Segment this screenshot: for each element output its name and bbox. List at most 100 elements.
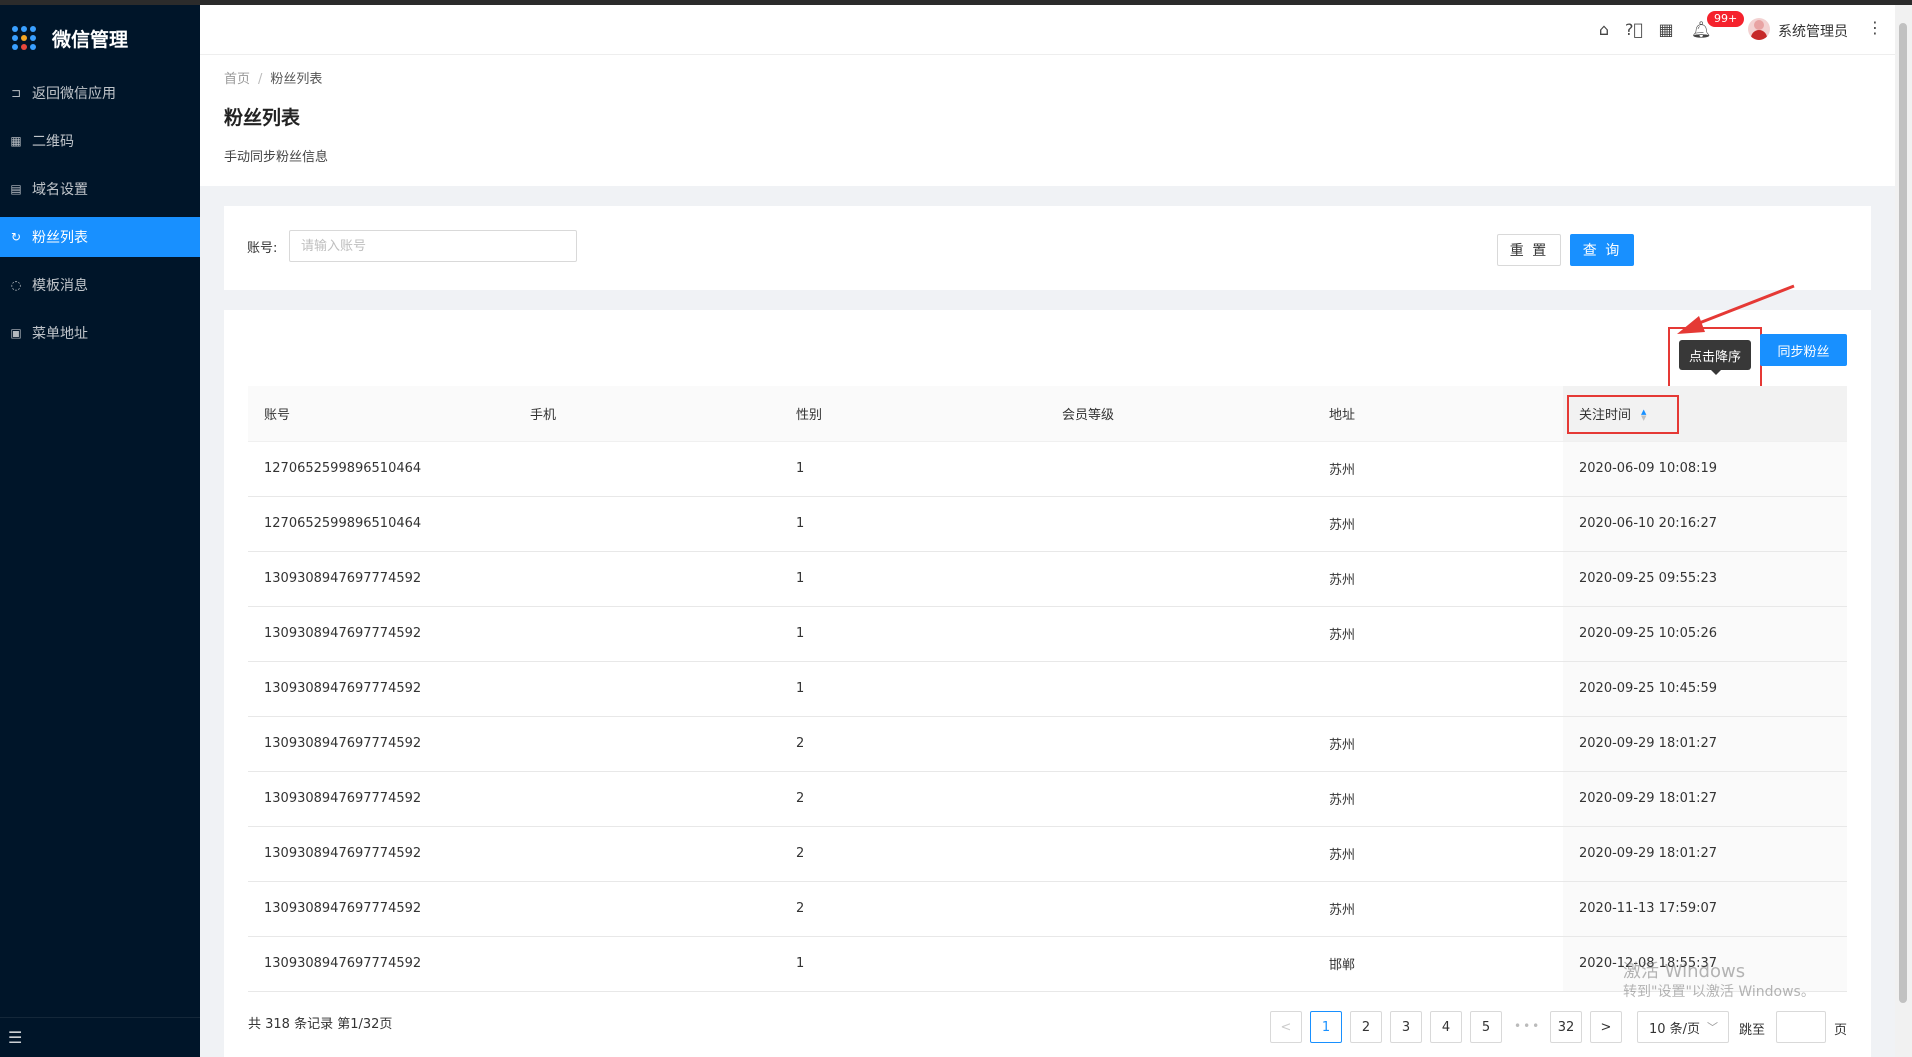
page-description: 手动同步粉丝信息: [224, 150, 329, 165]
table-row: 1309308947697774592 2 苏州 2020-09-29 18:01:2…: [248, 771, 1847, 827]
jump-label: 跳至: [1739, 1023, 1766, 1038]
annotation-box-follow-time: [1567, 395, 1679, 434]
cell-follow-time: 2020-09-25 10:05:26: [1563, 606, 1847, 662]
account-search-input[interactable]: [289, 230, 577, 262]
cell-member-level: [1046, 936, 1313, 992]
qrcode-icon: ▦: [10, 134, 22, 148]
more-vertical-icon[interactable]: ⋮: [1867, 18, 1883, 37]
cell-phone: [514, 496, 780, 552]
query-button[interactable]: 查 询: [1570, 234, 1634, 266]
cell-phone: [514, 771, 780, 827]
column-header-member-level: 会员等级: [1046, 386, 1313, 442]
column-header-phone: 手机: [514, 386, 780, 442]
document-icon: ▤: [10, 182, 22, 196]
page-button-4[interactable]: 4: [1430, 1011, 1462, 1043]
cell-member-level: [1046, 826, 1313, 882]
breadcrumb-home[interactable]: 首页: [224, 72, 250, 87]
collapse-menu-button[interactable]: ☰: [0, 1017, 200, 1057]
avatar[interactable]: [1748, 18, 1770, 40]
sidebar-item-qrcode[interactable]: ▦ 二维码: [0, 121, 200, 161]
cell-account: 1309308947697774592: [248, 771, 514, 827]
page-size-value: 10 条/页: [1649, 1021, 1701, 1037]
cell-phone: [514, 936, 780, 992]
home-icon[interactable]: ⌂: [1594, 20, 1614, 39]
sidebar-item-fans[interactable]: ↻ 粉丝列表: [0, 217, 200, 257]
cell-member-level: [1046, 606, 1313, 662]
cell-account: 1309308947697774592: [248, 936, 514, 992]
page-button-32[interactable]: 32: [1550, 1011, 1582, 1043]
cell-address: 苏州: [1313, 881, 1563, 937]
cell-phone: [514, 716, 780, 772]
cell-address: 苏州: [1313, 496, 1563, 552]
page-button-5[interactable]: 5: [1470, 1011, 1502, 1043]
page-scrollbar[interactable]: [1895, 5, 1912, 1057]
cell-gender: 2: [780, 716, 1046, 772]
sync-icon: ↻: [10, 230, 22, 244]
help-icon[interactable]: ?⃝: [1624, 20, 1644, 39]
cell-address: 苏州: [1313, 606, 1563, 662]
reset-button[interactable]: 重 置: [1497, 234, 1561, 266]
cell-follow-time: 2020-09-29 18:01:27: [1563, 716, 1847, 772]
cell-follow-time: 2020-09-29 18:01:27: [1563, 771, 1847, 827]
table-row: 1309308947697774592 1 苏州 2020-09-25 10:05:2…: [248, 606, 1847, 662]
table-row: 1270652599896510464 1 苏州 2020-06-10 20:16:2…: [248, 496, 1847, 552]
breadcrumb-separator: /: [258, 72, 263, 87]
cell-address: 苏州: [1313, 551, 1563, 607]
calendar-icon: ▣: [10, 326, 22, 340]
cell-gender: 1: [780, 936, 1046, 992]
jump-page-input[interactable]: [1776, 1011, 1826, 1043]
cell-follow-time: 2020-09-29 18:01:27: [1563, 826, 1847, 882]
column-header-gender: 性别: [780, 386, 1046, 442]
cell-address: 邯郸: [1313, 936, 1563, 992]
sidebar: 微信管理 ⊐ 返回微信应用 ▦ 二维码 ▤ 域名设置 ↻ 粉丝列表 ◌ 模板消息…: [0, 5, 200, 1057]
scrollbar-thumb[interactable]: [1899, 23, 1907, 1003]
cell-gender: 1: [780, 606, 1046, 662]
cell-gender: 2: [780, 826, 1046, 882]
next-page-button[interactable]: >: [1590, 1011, 1622, 1043]
sidebar-item-label: 粉丝列表: [32, 230, 88, 246]
page-button-1[interactable]: 1: [1310, 1011, 1342, 1043]
page-unit-label: 页: [1834, 1023, 1848, 1038]
prev-page-button[interactable]: <: [1270, 1011, 1302, 1043]
sync-fans-button[interactable]: 同步粉丝: [1760, 334, 1847, 366]
cell-gender: 2: [780, 881, 1046, 937]
search-form: 账号: 重 置 查 询: [224, 206, 1871, 290]
table-row: 1309308947697774592 1 2020-09-25 10:45:59: [248, 661, 1847, 717]
cell-account: 1309308947697774592: [248, 881, 514, 937]
page-title: 粉丝列表: [224, 107, 301, 129]
cell-account: 1270652599896510464: [248, 496, 514, 552]
cell-follow-time: 2020-09-25 09:55:23: [1563, 551, 1847, 607]
cell-gender: 1: [780, 661, 1046, 717]
sidebar-menu: ⊐ 返回微信应用 ▦ 二维码 ▤ 域名设置 ↻ 粉丝列表 ◌ 模板消息 ▣ 菜单…: [0, 73, 200, 353]
sidebar-item-menu-url[interactable]: ▣ 菜单地址: [0, 313, 200, 353]
brand[interactable]: 微信管理: [0, 5, 200, 71]
page-size-select[interactable]: 10 条/页 ﹀: [1637, 1011, 1729, 1043]
app-grid-icon: [12, 26, 36, 50]
notification-badge: 99+: [1706, 10, 1746, 28]
cell-account: 1309308947697774592: [248, 606, 514, 662]
cell-account: 1309308947697774592: [248, 551, 514, 607]
page-header: 首页 / 粉丝列表 粉丝列表 手动同步粉丝信息: [200, 55, 1895, 186]
cell-address: 苏州: [1313, 771, 1563, 827]
cell-follow-time: 2020-06-09 10:08:19: [1563, 441, 1847, 497]
table-row: 1270652599896510464 1 苏州 2020-06-09 10:08:1…: [248, 441, 1847, 497]
breadcrumb: 首页 / 粉丝列表: [224, 68, 1871, 87]
sidebar-item-label: 返回微信应用: [32, 86, 116, 102]
apps-icon[interactable]: ▦: [1656, 20, 1676, 39]
sidebar-item-domain[interactable]: ▤ 域名设置: [0, 169, 200, 209]
cell-member-level: [1046, 771, 1313, 827]
page-button-2[interactable]: 2: [1350, 1011, 1382, 1043]
brand-title: 微信管理: [52, 28, 129, 51]
cell-address: [1313, 661, 1563, 717]
table-row: 1309308947697774592 2 苏州 2020-09-29 18:01:2…: [248, 716, 1847, 772]
message-icon: ◌: [10, 278, 22, 292]
cell-member-level: [1046, 661, 1313, 717]
cell-follow-time: 2020-06-10 20:16:27: [1563, 496, 1847, 552]
page-button-3[interactable]: 3: [1390, 1011, 1422, 1043]
pagination-ellipsis[interactable]: •••: [1514, 1019, 1541, 1033]
username[interactable]: 系统管理员: [1778, 21, 1848, 41]
sidebar-item-template[interactable]: ◌ 模板消息: [0, 265, 200, 305]
column-header-address: 地址: [1313, 386, 1563, 442]
sidebar-item-return[interactable]: ⊐ 返回微信应用: [0, 73, 200, 113]
cell-member-level: [1046, 496, 1313, 552]
